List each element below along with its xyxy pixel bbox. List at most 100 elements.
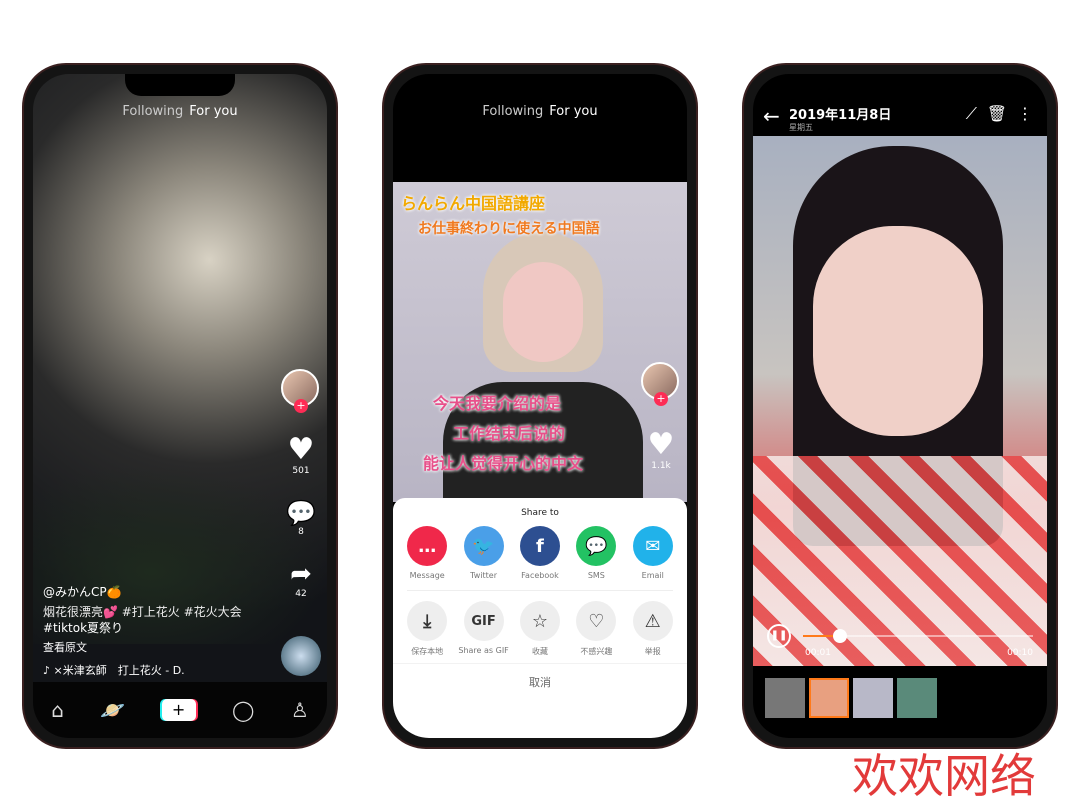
share-action[interactable]: ☆ 收藏 [513,601,567,657]
feed-tabs: Following For you [393,104,687,119]
feed-tabs: Following For you [33,104,327,119]
trash-icon[interactable]: 🗑 [987,104,1007,123]
like-count: 501 [292,466,310,476]
download-icon: ⤓ [407,601,448,641]
bottom-nav: ⌂ 🪐 + ◯ ♙ [33,682,327,738]
create-button[interactable]: + [161,699,196,721]
gif-icon: GIF [463,601,504,641]
username[interactable]: @みかんCP🍊 [43,584,122,601]
thumbnail[interactable] [897,678,937,718]
like-button[interactable]: ♥ 501 [281,432,321,477]
person-face [503,262,583,362]
share-count: 42 [295,589,307,599]
duration: 00:10 [1007,648,1033,658]
home-icon[interactable]: ⌂ [51,698,64,722]
profile-icon[interactable]: ♙ [291,698,309,722]
caption: 烟花很漂亮💕 #打上花火 #花火大会 [43,605,242,619]
heart-icon: ♥ [287,432,315,467]
share-action[interactable]: GIF Share as GIF [457,601,511,657]
cancel-button[interactable]: 取消 [393,664,687,700]
video-frame [753,136,1047,666]
see-original-link[interactable]: 查看原文 [43,639,87,656]
thumbnail[interactable] [853,678,893,718]
divider [407,590,673,591]
share-target-label: Facebook [521,571,559,580]
creator-avatar[interactable]: + [641,362,681,406]
facebook-icon: f [519,526,560,566]
share-action-label: 收藏 [531,647,548,656]
share-action[interactable]: ♡ 不感兴趣 [569,601,623,657]
music-info[interactable]: ♪ ×米津玄師 打上花火 - D. [43,662,185,679]
subtitle-title: らんらん中国語講座 [401,194,546,213]
share-icon[interactable]: ⟋ [966,104,977,124]
follow-plus-icon[interactable]: + [294,399,308,413]
message-icon[interactable]: ◯ [232,698,254,722]
share-action-label: 举报 [644,647,661,656]
thumbnail-selected[interactable] [809,678,849,718]
back-arrow-icon[interactable]: ← [763,104,780,128]
tab-following[interactable]: Following [122,104,183,119]
share-action-label: 不感兴趣 [580,647,613,656]
seek-bar[interactable] [803,629,1033,643]
creator-avatar[interactable]: + [281,369,321,413]
share-actions: ⤓ 保存本地 GIF Share as GIF ☆ 收藏 ♡ 不感兴趣 ⚠ 举报 [393,601,687,657]
email-icon: ✉ [632,526,673,566]
comment-button[interactable]: 💬 8 [281,499,321,537]
share-targets: … Message 🐦 Twitter f Facebook 💬 SMS ✉ Email [393,526,687,580]
share-button[interactable]: ➦ 42 [281,559,321,599]
share-action-label: Share as GIF [458,646,509,655]
share-target-facebook[interactable]: f Facebook [513,526,567,580]
thumbnail-strip [765,678,937,718]
thumbnail[interactable] [765,678,805,718]
share-sheet: Share to … Message 🐦 Twitter f Facebook 💬 SMS ✉ E… [393,498,687,738]
follow-plus-icon[interactable]: + [654,392,668,406]
share-target-message[interactable]: … Message [400,526,454,580]
comment-icon: 💬 [286,499,316,527]
message-icon: … [407,526,448,566]
subtitle-subtitle: お仕事終わりに使える中国語 [418,221,600,237]
share-arrow-icon: ➦ [290,559,312,589]
subtitle-line: 今天我要介绍的是 [433,394,562,413]
notch [485,74,595,96]
subtitle-line: 工作结束后说的 [453,424,566,443]
comment-count: 8 [298,527,304,537]
like-button[interactable]: ♥ 1.1k [641,427,681,472]
like-count: 1.1k [651,461,671,471]
music-disc[interactable] [281,636,321,676]
tab-for-you[interactable]: For you [549,104,597,119]
share-target-label: Message [409,571,445,580]
photo-date: 2019年11月8日 [789,108,892,123]
tab-for-you[interactable]: For you [189,104,237,119]
share-target-label: SMS [587,571,605,580]
phone-tiktok-feed: Following For you + ♥ 501 💬 8 ➦ 42 @みかんCP🍊 烟… [22,63,338,749]
share-target-label: Email [641,571,664,580]
share-action[interactable]: ⚠ 举报 [626,601,680,657]
share-sheet-title: Share to [521,508,559,518]
twitter-icon: 🐦 [463,526,504,566]
planet-icon[interactable]: 🪐 [100,698,125,722]
warning-icon: ⚠ [632,601,673,641]
notch [845,74,955,96]
star-icon: ☆ [519,601,560,641]
subtitle-line: 能让人觉得开心的中文 [423,454,584,473]
pause-button[interactable]: ❚❚ [767,624,791,648]
share-target-email[interactable]: ✉ Email [626,526,680,580]
seek-handle[interactable] [832,629,847,643]
photo-weekday: 星期五 [789,123,813,132]
caption-hashtag[interactable]: #tiktok夏祭り [43,620,123,637]
notch [125,74,235,96]
share-action[interactable]: ⤓ 保存本地 [400,601,454,657]
share-target-label: Twitter [470,571,497,580]
broken-heart-icon: ♡ [576,601,617,641]
tab-following[interactable]: Following [482,104,543,119]
share-action-label: 保存本地 [411,647,444,656]
phone-share-sheet: Following For you らんらん中国語講座 お仕事終わりに使える中国語… [382,63,698,749]
share-target-twitter[interactable]: 🐦 Twitter [457,526,511,580]
watermark: 欢欢网络 [852,749,1036,803]
phone-gallery-video: ← 2019年11月8日 星期五 ⟋ 🗑 ⋮ ❚❚ 00:01 00:10 [742,63,1058,749]
current-time: 00:01 [805,648,831,658]
more-icon[interactable]: ⋮ [1017,104,1033,123]
person-face [813,226,983,436]
share-target-sms[interactable]: 💬 SMS [569,526,623,580]
heart-icon: ♥ [647,427,675,462]
